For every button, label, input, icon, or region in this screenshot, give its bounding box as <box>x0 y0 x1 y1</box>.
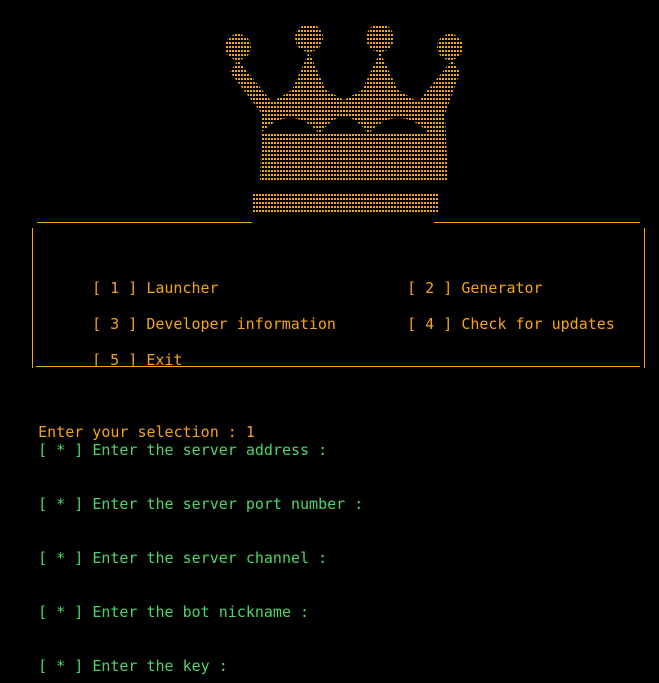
menu-label: Generator <box>461 279 543 297</box>
prompt-marker: [ * ] <box>38 441 84 459</box>
prompt-text: Enter the server channel : <box>92 549 328 567</box>
prompt-marker: [ * ] <box>38 495 84 513</box>
box-top-right-border <box>434 222 640 223</box>
prompt-marker: [ * ] <box>38 657 84 675</box>
box-right-border <box>644 228 645 368</box>
menu-item-check-for-updates[interactable]: [ 4 ] Check for updates <box>371 297 615 351</box>
prompt-key[interactable]: [ * ] Enter the key : <box>2 639 228 683</box>
menu-label: Exit <box>146 351 183 369</box>
menu-key: [ 5 ] <box>92 351 138 369</box>
prompt-server-channel[interactable]: [ * ] Enter the server channel : <box>2 531 327 585</box>
prompt-marker: [ * ] <box>38 549 84 567</box>
menu-label: Developer information <box>146 315 336 333</box>
menu-key: [ 2 ] <box>407 279 453 297</box>
menu-key: [ 3 ] <box>92 315 138 333</box>
menu-label: Check for updates <box>461 315 615 333</box>
box-left-border <box>32 228 33 368</box>
prompt-bot-nickname[interactable]: [ * ] Enter the bot nickname : <box>2 585 309 639</box>
prompt-text: Enter the key : <box>92 657 228 675</box>
prompt-text: Enter the bot nickname : <box>92 603 310 621</box>
menu-item-exit[interactable]: [ 5 ] Exit <box>56 333 182 387</box>
menu-key: [ 4 ] <box>407 315 453 333</box>
prompt-text: Enter the server address : <box>92 441 328 459</box>
prompt-server-port[interactable]: [ * ] Enter the server port number : <box>2 477 363 531</box>
prompt-text: Enter the server port number : <box>92 495 364 513</box>
menu-key: [ 1 ] <box>92 279 138 297</box>
prompt-server-address[interactable]: [ * ] Enter the server address : <box>2 423 327 477</box>
terminal-window: [ 1 ] Launcher [ 2 ] Generator [ 3 ] Dev… <box>0 0 659 683</box>
crown-icon <box>225 24 463 214</box>
menu-label: Launcher <box>146 279 219 297</box>
box-top-left-border <box>37 222 252 223</box>
prompt-marker: [ * ] <box>38 603 84 621</box>
